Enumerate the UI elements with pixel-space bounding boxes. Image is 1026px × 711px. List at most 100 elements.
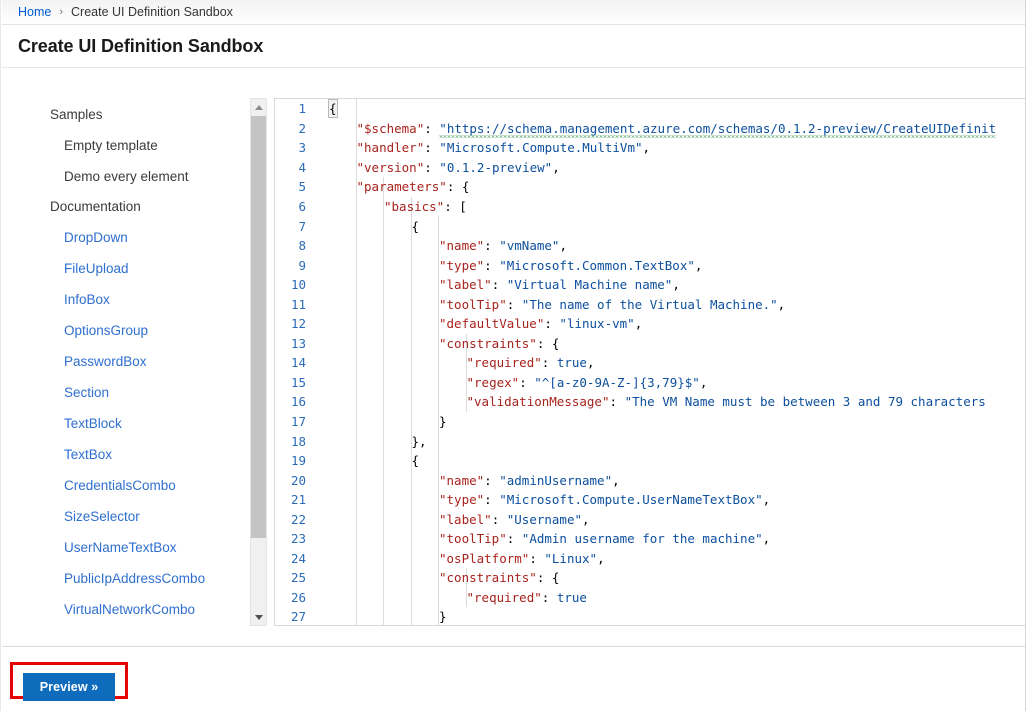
title-bar: Create UI Definition Sandbox bbox=[2, 26, 1025, 68]
code-line[interactable]: 19 { bbox=[275, 451, 1025, 471]
code-token-punct: } bbox=[439, 609, 447, 625]
breadcrumb-link-home[interactable]: Home bbox=[18, 5, 51, 19]
page-title: Create UI Definition Sandbox bbox=[18, 36, 264, 56]
sidebar-nav: Samples Empty template Demo every element D… bbox=[2, 69, 246, 646]
code-token-punct: : bbox=[484, 238, 500, 254]
sidebar-item-publicipaddresscombo[interactable]: PublicIpAddressCombo bbox=[2, 563, 246, 594]
page-root: Home › Create UI Definition Sandbox Crea… bbox=[0, 0, 1026, 711]
line-number: 5 bbox=[298, 179, 306, 195]
code-line-text: "toolTip": "The name of the Virtual Mach… bbox=[317, 297, 1025, 312]
code-line[interactable]: 26 "required": true bbox=[275, 588, 1025, 608]
code-line[interactable]: 10 "label": "Virtual Machine name", bbox=[275, 275, 1025, 295]
code-line[interactable]: 27} bbox=[275, 607, 1025, 625]
main-content: Samples Empty template Demo every element D… bbox=[2, 69, 1025, 647]
sidebar-item-textblock[interactable]: TextBlock bbox=[2, 408, 246, 439]
code-line[interactable]: 14 "required": true, bbox=[275, 353, 1025, 373]
code-token-punct: , bbox=[586, 355, 595, 371]
sidebar-item-sizeselector[interactable]: SizeSelector bbox=[2, 501, 246, 532]
code-line[interactable]: 12 "defaultValue": "linux-vm", bbox=[275, 314, 1025, 334]
code-token-key: "handler" bbox=[356, 140, 425, 156]
code-line[interactable]: 5 "parameters": { bbox=[275, 177, 1025, 197]
code-token-punct: }, bbox=[411, 433, 427, 449]
code-line[interactable]: 23 "toolTip": "Admin username for the mac… bbox=[275, 529, 1025, 549]
code-token-punct: { bbox=[411, 453, 420, 469]
code-token-str: "The name of the Virtual Machine." bbox=[521, 296, 778, 312]
sidebar-item-dropdown[interactable]: DropDown bbox=[2, 222, 246, 253]
line-number: 1 bbox=[298, 101, 306, 117]
code-token-str: "Admin username for the machine" bbox=[521, 531, 763, 547]
code-area[interactable]: 1{2 "$schema": "https://schema.management… bbox=[275, 99, 1025, 625]
code-line[interactable]: 25 "constraints": { bbox=[275, 568, 1025, 588]
code-line[interactable]: 20 "name": "adminUsername", bbox=[275, 470, 1025, 490]
code-token-key: "toolTip" bbox=[439, 296, 507, 312]
code-line[interactable]: 15 "regex": "^[a-z0-9A-Z-]{3,79}$", bbox=[275, 373, 1025, 393]
line-number: 11 bbox=[290, 296, 306, 312]
preview-button[interactable]: Preview » bbox=[23, 673, 115, 701]
code-token-key: "label" bbox=[439, 277, 492, 293]
code-line[interactable]: 13 "constraints": { bbox=[275, 334, 1025, 354]
code-line[interactable]: 7{ bbox=[275, 216, 1025, 236]
code-token-bool: true bbox=[556, 589, 587, 605]
sidebar-item-virtualnetworkcombo[interactable]: VirtualNetworkCombo bbox=[2, 594, 246, 625]
code-token-str: "Linux" bbox=[544, 550, 598, 566]
code-token-punct: : { bbox=[536, 570, 560, 586]
code-token-punct: : bbox=[609, 394, 625, 410]
code-token-punct: : { bbox=[446, 179, 470, 195]
code-token-key: "osPlatform" bbox=[439, 550, 530, 566]
line-number: 18 bbox=[290, 433, 306, 449]
line-number: 10 bbox=[290, 277, 306, 293]
code-line[interactable]: 21 "type": "Microsoft.Compute.UserNameTex… bbox=[275, 490, 1025, 510]
code-token-str: "Username" bbox=[506, 511, 583, 527]
code-line[interactable]: 24 "osPlatform": "Linux", bbox=[275, 549, 1025, 569]
code-line[interactable]: 3 "handler": "Microsoft.Compute.MultiVm", bbox=[275, 138, 1025, 158]
code-token-punct: , bbox=[762, 492, 771, 508]
code-token-punct: : bbox=[491, 511, 507, 527]
line-number: 9 bbox=[298, 257, 306, 273]
code-line[interactable]: 4 "version": "0.1.2-preview", bbox=[275, 158, 1025, 178]
sidebar-item-demo-every-element[interactable]: Demo every element bbox=[2, 161, 246, 192]
scroll-down-icon[interactable] bbox=[251, 609, 266, 625]
code-token-key: "defaultValue" bbox=[439, 316, 545, 332]
sidebar-item-section[interactable]: Section bbox=[2, 377, 246, 408]
code-token-punct: : bbox=[541, 589, 557, 605]
sidebar-scrollbar[interactable] bbox=[250, 98, 267, 626]
sidebar-item-usernametextbox[interactable]: UserNameTextBox bbox=[2, 532, 246, 563]
code-token-punct: : bbox=[506, 531, 522, 547]
code-token-str: "0.1.2-preview" bbox=[439, 159, 553, 175]
code-token-punct: : bbox=[544, 316, 560, 332]
code-line[interactable]: 1{ bbox=[275, 99, 1025, 119]
code-line-text: "regex": "^[a-z0-9A-Z-]{3,79}$", bbox=[317, 375, 1025, 390]
sidebar-item-empty-template[interactable]: Empty template bbox=[2, 130, 246, 161]
scrollbar-thumb[interactable] bbox=[251, 116, 266, 538]
json-code-editor[interactable]: 1{2 "$schema": "https://schema.management… bbox=[274, 98, 1025, 626]
code-line[interactable]: 9 "type": "Microsoft.Common.TextBox", bbox=[275, 255, 1025, 275]
code-token-str: "Virtual Machine name" bbox=[506, 277, 673, 293]
sidebar-item-passwordbox[interactable]: PasswordBox bbox=[2, 346, 246, 377]
scroll-up-icon[interactable] bbox=[251, 99, 266, 115]
code-line[interactable]: 17} bbox=[275, 412, 1025, 432]
code-token-punct: , bbox=[559, 238, 567, 254]
code-line[interactable]: 18}, bbox=[275, 431, 1025, 451]
code-line[interactable]: 11 "toolTip": "The name of the Virtual Ma… bbox=[275, 294, 1025, 314]
sidebar-item-credentialscombo[interactable]: CredentialsCombo bbox=[2, 470, 246, 501]
sidebar-item-optionsgroup[interactable]: OptionsGroup bbox=[2, 315, 246, 346]
code-line[interactable]: 16 "validationMessage": "The VM Name must… bbox=[275, 392, 1025, 412]
code-line[interactable]: 6 "basics": [ bbox=[275, 197, 1025, 217]
line-number: 12 bbox=[290, 316, 306, 332]
sidebar-group-header: Documentation bbox=[50, 199, 141, 214]
code-token-str: "linux-vm" bbox=[559, 316, 635, 332]
sidebar-item-fileupload[interactable]: FileUpload bbox=[2, 253, 246, 284]
code-line[interactable]: 22 "label": "Username", bbox=[275, 509, 1025, 529]
code-token-key: "type" bbox=[439, 492, 485, 508]
sidebar-item-infobox[interactable]: InfoBox bbox=[2, 284, 246, 315]
breadcrumb-current: Create UI Definition Sandbox bbox=[71, 5, 233, 19]
line-number: 7 bbox=[298, 218, 306, 234]
code-line[interactable]: 2 "$schema": "https://schema.management.a… bbox=[275, 119, 1025, 139]
code-line-text: "label": "Username", bbox=[317, 512, 1025, 527]
line-number: 26 bbox=[290, 589, 306, 605]
code-token-punct: , bbox=[762, 531, 771, 547]
code-line[interactable]: 8 "name": "vmName", bbox=[275, 236, 1025, 256]
code-line-text: "toolTip": "Admin username for the machi… bbox=[317, 531, 1025, 546]
sidebar-item-textbox[interactable]: TextBox bbox=[2, 439, 246, 470]
line-number: 4 bbox=[298, 159, 306, 175]
